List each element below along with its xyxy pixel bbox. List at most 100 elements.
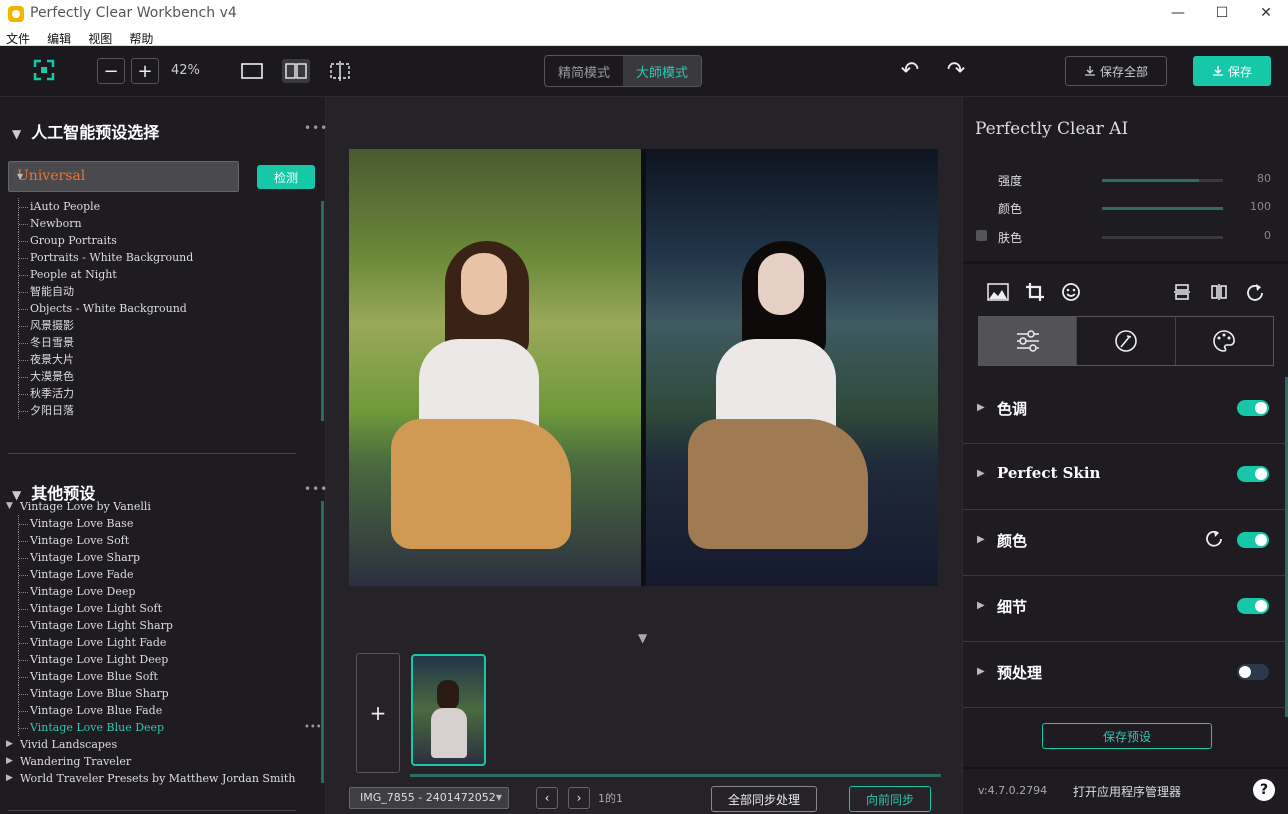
other-presets-menu-icon[interactable]: ••• xyxy=(304,482,328,496)
next-image-button[interactable]: › xyxy=(568,787,590,809)
list-item[interactable]: 智能自动 xyxy=(0,283,326,300)
collapse-triangle-icon: ▼ xyxy=(12,127,22,141)
redo-icon[interactable]: ↷ xyxy=(944,58,968,83)
help-icon[interactable]: ? xyxy=(1253,779,1275,801)
detect-button[interactable]: 检测 xyxy=(257,165,315,189)
list-item[interactable]: Vintage Love Light Sharp xyxy=(0,617,326,634)
split-view-icon[interactable] xyxy=(328,59,352,83)
tone-toggle[interactable] xyxy=(1237,400,1269,416)
menu-edit[interactable]: 编辑 xyxy=(47,31,71,47)
list-item[interactable]: Vintage Love Light Soft xyxy=(0,600,326,617)
maximize-button[interactable]: ☐ xyxy=(1202,2,1242,26)
list-item[interactable]: Vintage Love Soft xyxy=(0,532,326,549)
save-button[interactable]: 保存 xyxy=(1193,56,1271,86)
skin-tone-slider[interactable] xyxy=(1102,236,1223,239)
ai-presets-header[interactable]: ▼ 人工智能预设选择 xyxy=(12,119,159,143)
ai-preset-list: iAuto People Newborn Group Portraits Por… xyxy=(0,198,326,419)
list-item[interactable]: Group Portraits xyxy=(0,232,326,249)
zoom-out-button[interactable]: − xyxy=(97,58,125,84)
after-image[interactable] xyxy=(646,149,938,586)
flip-vertical-icon[interactable] xyxy=(1173,282,1191,307)
list-item[interactable]: 秋季活力 xyxy=(0,385,326,402)
face-icon[interactable] xyxy=(1061,282,1081,307)
list-item[interactable]: Objects - White Background xyxy=(0,300,326,317)
palette-icon xyxy=(1213,330,1236,352)
close-button[interactable]: ✕ xyxy=(1246,2,1286,26)
before-image[interactable] xyxy=(349,149,641,586)
other-preset-scrollbar[interactable] xyxy=(321,501,324,783)
list-item[interactable]: Vintage Love Fade xyxy=(0,566,326,583)
reset-icon[interactable] xyxy=(1205,530,1223,553)
tree-group[interactable]: ▶ Vivid Landscapes xyxy=(0,736,326,753)
undo-icon[interactable]: ↶ xyxy=(898,58,922,83)
section-color[interactable]: ▶ 颜色 xyxy=(963,510,1288,576)
preprocess-toggle[interactable] xyxy=(1237,664,1269,680)
menu-file[interactable]: 文件 xyxy=(6,31,30,47)
section-detail[interactable]: ▶ 细节 xyxy=(963,576,1288,642)
list-item[interactable]: Vintage Love Light Fade xyxy=(0,634,326,651)
section-preprocess[interactable]: ▶ 预处理 xyxy=(963,642,1288,708)
color-toggle[interactable] xyxy=(1237,532,1269,548)
tree-group[interactable]: ▶ Wandering Traveler xyxy=(0,753,326,770)
flip-horizontal-icon[interactable] xyxy=(1209,282,1229,307)
master-mode-tab[interactable]: 大師模式 xyxy=(623,56,701,86)
add-image-button[interactable]: + xyxy=(356,653,400,773)
list-item[interactable]: Vintage Love Blue Soft xyxy=(0,668,326,685)
tree-group[interactable]: ▶ World Traveler Presets by Matthew Jorda… xyxy=(0,770,326,787)
sync-forward-button[interactable]: 向前同步 xyxy=(849,786,931,812)
save-all-button[interactable]: 保存全部 xyxy=(1065,56,1167,86)
simple-mode-tab[interactable]: 精简模式 xyxy=(545,56,623,86)
strength-slider[interactable] xyxy=(1102,179,1223,182)
list-item[interactable]: Newborn xyxy=(0,215,326,232)
list-item[interactable]: Vintage Love Blue Sharp xyxy=(0,685,326,702)
tab-creative[interactable] xyxy=(1174,317,1273,365)
magic-brush-icon xyxy=(1115,330,1137,352)
color-slider[interactable] xyxy=(1102,207,1223,210)
minimize-button[interactable]: — xyxy=(1158,2,1198,26)
perfect-skin-toggle[interactable] xyxy=(1237,466,1269,482)
sync-all-button[interactable]: 全部同步处理 xyxy=(711,786,817,812)
list-item[interactable]: People at Night xyxy=(0,266,326,283)
list-item[interactable]: Vintage Love Light Deep xyxy=(0,651,326,668)
ai-preset-scrollbar[interactable] xyxy=(321,201,324,421)
tab-adjustments[interactable] xyxy=(979,317,1077,365)
section-tone[interactable]: ▶ 色调 xyxy=(963,378,1288,444)
list-item[interactable]: Vintage Love Sharp xyxy=(0,549,326,566)
thumbnail-selected[interactable] xyxy=(411,654,486,766)
expand-triangle-icon: ▶ xyxy=(977,468,985,479)
single-view-icon[interactable] xyxy=(240,60,264,82)
tab-effects[interactable] xyxy=(1076,317,1174,365)
zoom-in-button[interactable]: + xyxy=(131,58,159,84)
ai-preset-dropdown[interactable]: Universal ▼ xyxy=(8,161,239,192)
list-item[interactable]: 大漠景色 xyxy=(0,368,326,385)
list-item[interactable]: 夕阳日落 xyxy=(0,402,326,419)
skin-tone-checkbox[interactable] xyxy=(976,230,987,241)
histogram-icon[interactable] xyxy=(987,282,1009,307)
menu-help[interactable]: 帮助 xyxy=(129,31,153,47)
open-app-manager-link[interactable]: 打开应用程序管理器 xyxy=(1073,783,1181,800)
item-menu-icon[interactable]: ••• xyxy=(304,719,322,736)
filmstrip-scrollbar[interactable] xyxy=(410,774,941,777)
section-perfect-skin[interactable]: ▶ Perfect Skin xyxy=(963,444,1288,510)
collapse-filmstrip-icon[interactable]: ▼ xyxy=(638,631,647,645)
thumbnail-hair xyxy=(437,680,459,710)
menu-view[interactable]: 视图 xyxy=(88,31,112,47)
list-item[interactable]: Vintage Love Deep xyxy=(0,583,326,600)
file-dropdown[interactable]: IMG_7855 - 2401472052 ▼ xyxy=(349,787,509,809)
ai-presets-menu-icon[interactable]: ••• xyxy=(304,121,328,135)
list-item[interactable]: Vintage Love Blue Fade xyxy=(0,702,326,719)
side-by-side-view-icon[interactable] xyxy=(282,59,310,83)
list-item[interactable]: Vintage Love Base xyxy=(0,515,326,532)
list-item[interactable]: Portraits - White Background xyxy=(0,249,326,266)
tree-group[interactable]: ▼ Vintage Love by Vanelli xyxy=(0,498,326,515)
rotate-icon[interactable] xyxy=(1245,282,1265,307)
list-item[interactable]: 夜景大片 xyxy=(0,351,326,368)
crop-icon[interactable] xyxy=(1025,282,1045,307)
list-item[interactable]: 风景摄影 xyxy=(0,317,326,334)
save-preset-button[interactable]: 保存预设 xyxy=(1042,723,1212,749)
list-item[interactable]: 冬日雪景 xyxy=(0,334,326,351)
detail-toggle[interactable] xyxy=(1237,598,1269,614)
prev-image-button[interactable]: ‹ xyxy=(536,787,558,809)
list-item-selected[interactable]: Vintage Love Blue Deep ••• xyxy=(0,719,326,736)
list-item[interactable]: iAuto People xyxy=(0,198,326,215)
